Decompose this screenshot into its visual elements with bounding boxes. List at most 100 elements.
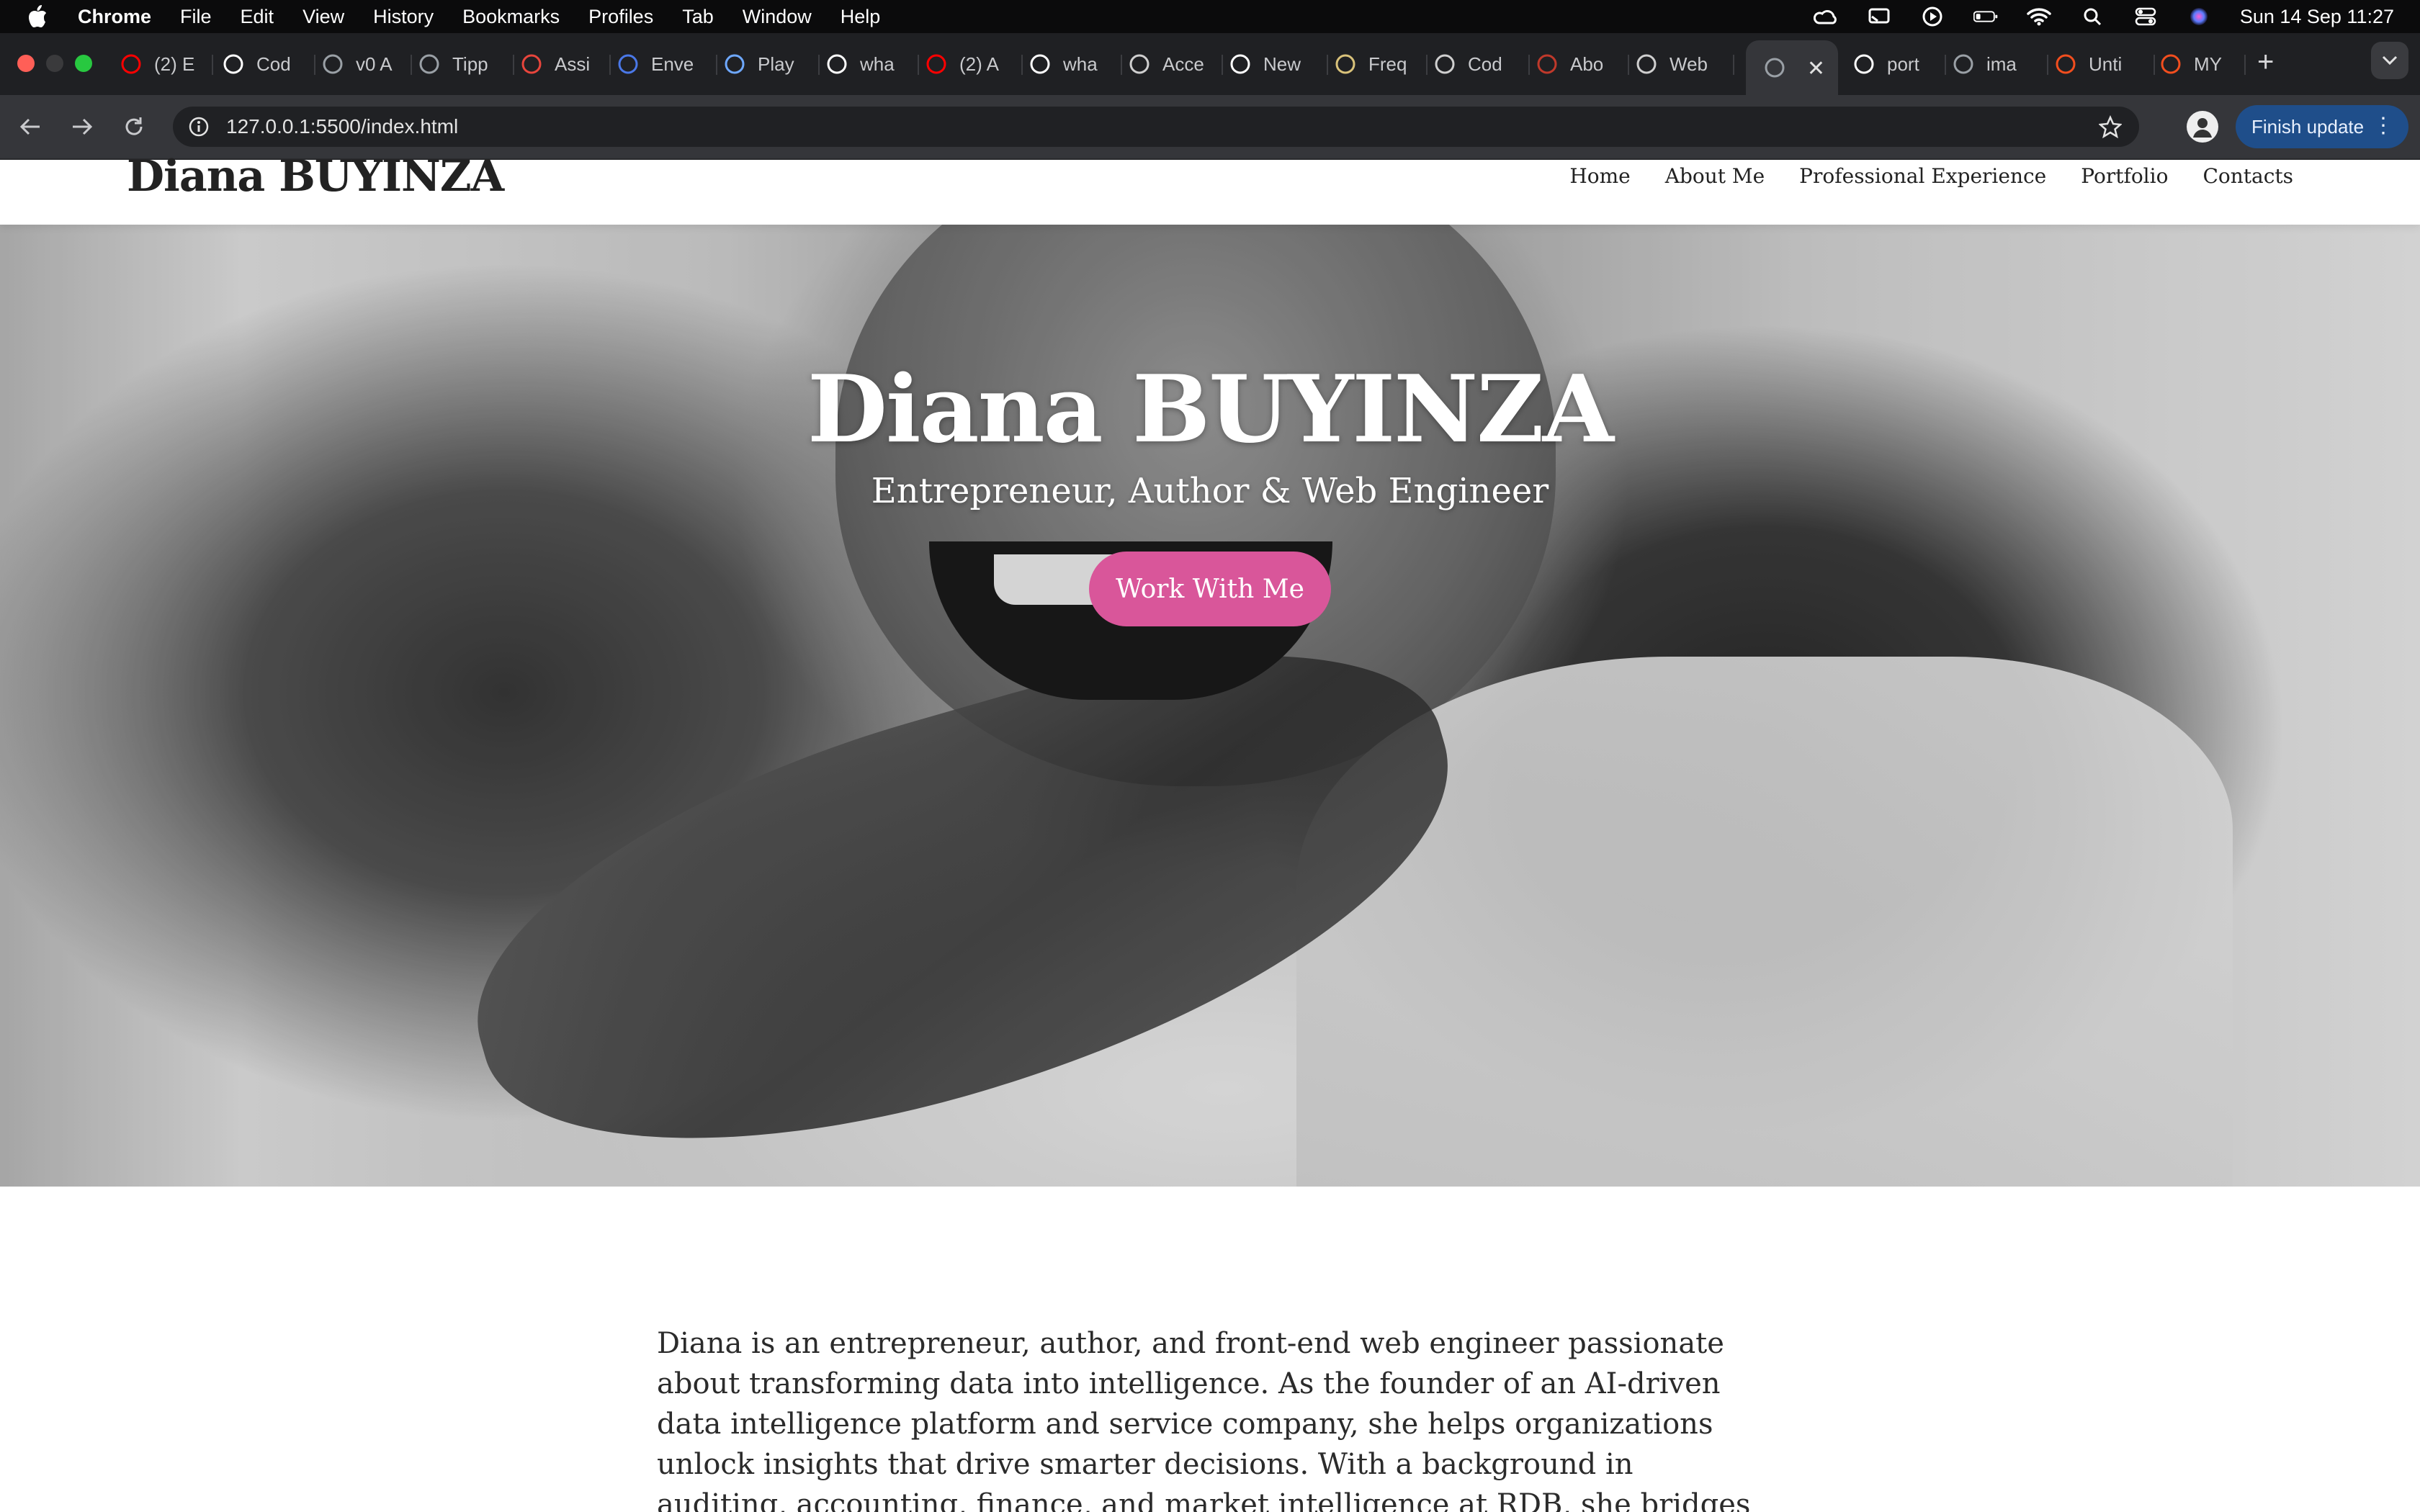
t-icon: [1536, 53, 1559, 76]
tab-item[interactable]: Assi: [520, 45, 611, 84]
window-close-button[interactable]: [17, 55, 35, 72]
tab-separator: [1121, 55, 1122, 75]
tab-label: Freq: [1368, 53, 1407, 75]
tab-item[interactable]: Play: [723, 45, 820, 84]
tab-item[interactable]: Enve: [617, 45, 717, 84]
tab-label: wha: [860, 53, 895, 75]
tab-item[interactable]: (2) E: [120, 45, 213, 84]
tab-item[interactable]: Cod: [1433, 45, 1530, 84]
macos-menubar: Chrome File Edit View History Bookmarks …: [0, 0, 2420, 33]
globe-icon: [1952, 53, 1975, 76]
tab-label: port: [1887, 53, 1919, 75]
menu-edit[interactable]: Edit: [241, 6, 274, 28]
menu-tab[interactable]: Tab: [682, 6, 714, 28]
tab-item[interactable]: Freq: [1334, 45, 1428, 84]
menu-app-chrome[interactable]: Chrome: [78, 6, 151, 28]
wifi-icon[interactable]: [2027, 6, 2051, 27]
tab-separator: [1021, 55, 1023, 75]
close-tab-icon[interactable]: ✕: [1807, 56, 1825, 81]
nav-portfolio[interactable]: Portfolio: [2081, 164, 2168, 188]
apple-menu-icon[interactable]: [27, 4, 49, 29]
tab-active[interactable]: ✕: [1746, 40, 1838, 95]
flag-icon: [617, 53, 640, 76]
google-icon: [1852, 53, 1876, 76]
arrow-left-icon: [19, 118, 40, 135]
tab-item[interactable]: New: [1229, 45, 1328, 84]
tipp-icon: [418, 53, 441, 76]
figma-icon: [2054, 53, 2077, 76]
codepen-icon: [222, 53, 245, 76]
tab-item[interactable]: Acce: [1128, 45, 1223, 84]
control-center-icon[interactable]: [2133, 6, 2158, 27]
tab-item[interactable]: Cod: [222, 45, 315, 84]
tab-item[interactable]: Tipp: [418, 45, 514, 84]
menu-help[interactable]: Help: [841, 6, 881, 28]
cast-icon[interactable]: [1867, 6, 1891, 27]
tab-label: MY: [2194, 53, 2222, 75]
figma-icon: [2159, 53, 2182, 76]
tab-label: Play: [758, 53, 794, 75]
finish-update-label: Finish update: [2251, 115, 2365, 138]
menubar-status-area: Sun 14 Sep 11:27: [1813, 0, 2394, 33]
tab-label: Web: [1670, 53, 1708, 75]
google-icon: [825, 53, 848, 76]
tab-separator: [212, 55, 213, 75]
site-logo[interactable]: Diana BUYINZA: [127, 151, 504, 202]
work-with-me-button[interactable]: Work With Me: [1089, 552, 1331, 626]
address-bar[interactable]: 127.0.0.1:5500/index.html: [173, 107, 2139, 147]
tab-item[interactable]: Abo: [1536, 45, 1629, 84]
menu-window[interactable]: Window: [743, 6, 812, 28]
media-play-icon[interactable]: [1920, 6, 1945, 27]
tab-item[interactable]: v0 A: [321, 45, 412, 84]
menubar-clock[interactable]: Sun 14 Sep 11:27: [2240, 6, 2394, 28]
tab-label: Abo: [1570, 53, 1604, 75]
site-header: Diana BUYINZA Home About Me Professional…: [0, 151, 2420, 225]
nav-contacts[interactable]: Contacts: [2202, 164, 2293, 188]
tab-item[interactable]: MY: [2159, 45, 2246, 84]
tab-item[interactable]: (2) A: [925, 45, 1023, 84]
plane-icon: [1128, 53, 1151, 76]
menu-bookmarks[interactable]: Bookmarks: [462, 6, 560, 28]
nav-about-me[interactable]: About Me: [1665, 164, 1765, 188]
tab-label: v0 A: [356, 53, 393, 75]
menu-profiles[interactable]: Profiles: [588, 6, 653, 28]
address-bar-url[interactable]: 127.0.0.1:5500/index.html: [226, 115, 458, 138]
back-button[interactable]: [16, 112, 45, 141]
nav-professional-experience[interactable]: Professional Experience: [1799, 164, 2046, 188]
spotlight-search-icon[interactable]: [2080, 6, 2105, 27]
more-menu-icon[interactable]: ⋮: [2372, 114, 2394, 138]
badge-icon: [1334, 53, 1357, 76]
tab-item[interactable]: wha: [825, 45, 919, 84]
tab-item[interactable]: ima: [1952, 45, 2048, 84]
menu-history[interactable]: History: [373, 6, 434, 28]
new-tab-button[interactable]: +: [2257, 46, 2274, 78]
bookmark-star-icon[interactable]: [2097, 114, 2123, 139]
tab-separator: [2154, 55, 2155, 75]
window-zoom-button[interactable]: [75, 55, 92, 72]
window-minimize-button[interactable]: [46, 55, 63, 72]
siri-icon[interactable]: [2187, 6, 2211, 27]
tab-search-button[interactable]: [2371, 42, 2408, 79]
github-icon: [1229, 53, 1252, 76]
forward-button[interactable]: [68, 112, 97, 141]
tab-separator: [1628, 55, 1629, 75]
assistant-icon: [520, 53, 543, 76]
creative-cloud-icon[interactable]: [1813, 6, 1838, 27]
tab-item[interactable]: port: [1852, 45, 1946, 84]
nav-home[interactable]: Home: [1569, 164, 1630, 188]
finish-update-button[interactable]: Finish update ⋮: [2236, 105, 2408, 148]
site-info-icon[interactable]: [187, 115, 210, 138]
tab-label: Assi: [555, 53, 591, 75]
tab-item[interactable]: wha: [1028, 45, 1122, 84]
arrow-right-icon: [73, 118, 93, 135]
menu-view[interactable]: View: [302, 6, 344, 28]
battery-icon[interactable]: [1973, 6, 1998, 27]
tab-item[interactable]: Unti: [2054, 45, 2155, 84]
tab-separator: [609, 55, 611, 75]
tab-label: Unti: [2089, 53, 2123, 75]
profile-avatar[interactable]: [2187, 111, 2218, 143]
globe-icon: [1763, 56, 1786, 79]
menu-file[interactable]: File: [180, 6, 212, 28]
reload-button[interactable]: [120, 112, 148, 141]
tab-item[interactable]: Web: [1635, 45, 1734, 84]
